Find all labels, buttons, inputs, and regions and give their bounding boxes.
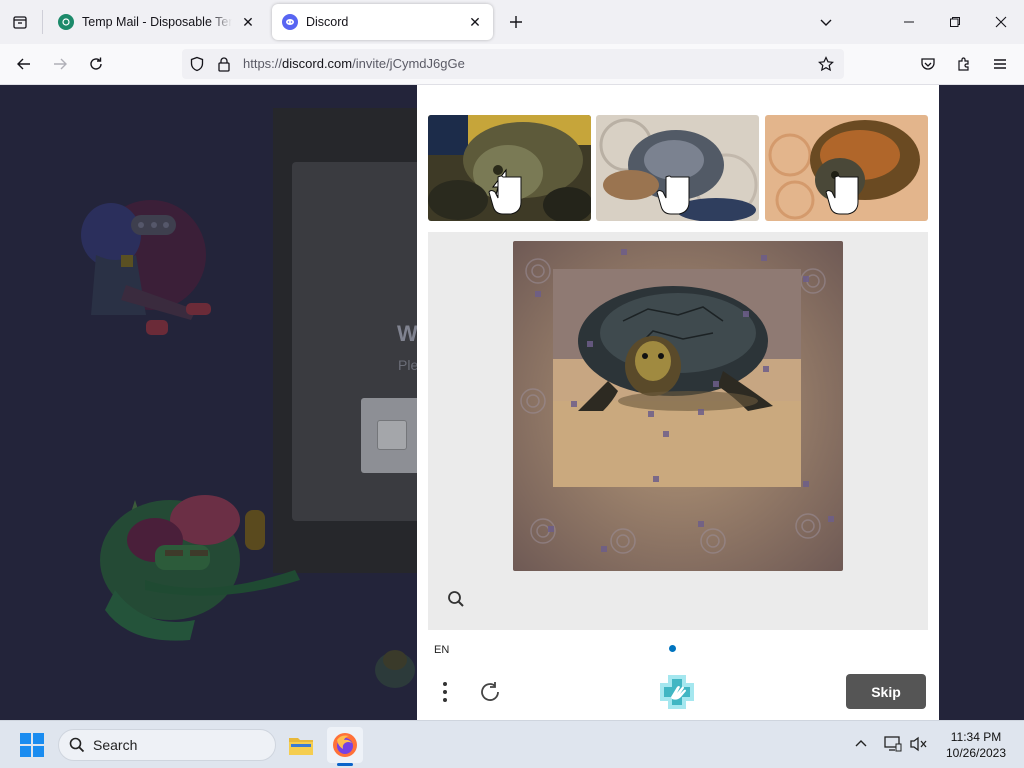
- search-icon: [69, 737, 85, 753]
- captcha-menu-button[interactable]: [435, 677, 455, 707]
- restore-icon: [950, 17, 960, 27]
- close-window-button[interactable]: [978, 0, 1024, 44]
- firefox-taskbar-button[interactable]: [327, 727, 363, 763]
- taskbar-search-label: Search: [93, 737, 138, 753]
- tab-title: Temp Mail - Disposable Temporary Email: [82, 15, 232, 29]
- language-selector[interactable]: EN: [434, 644, 449, 656]
- navigation-toolbar: https://discord.com/invite/jCymdJ6gGe: [0, 44, 1024, 85]
- discord-subtext: Ple: [398, 357, 419, 373]
- firefox-icon: [333, 733, 357, 757]
- tab-title: Discord: [306, 15, 349, 29]
- windows-start-icon[interactable]: [20, 733, 44, 757]
- clock-time: 11:34 PM: [950, 730, 1002, 744]
- close-icon[interactable]: ✕: [467, 14, 483, 30]
- url-path: /invite/jCymdJ6gGe: [352, 56, 465, 71]
- hamburger-menu-icon: [994, 59, 1006, 69]
- zoom-button[interactable]: [445, 588, 467, 610]
- progress-dot: [669, 645, 676, 652]
- refresh-challenge-button[interactable]: [475, 677, 505, 707]
- show-hidden-icons-button[interactable]: [850, 733, 872, 755]
- pocket-icon: [921, 58, 935, 70]
- prompt-example-image-3: [765, 115, 928, 221]
- discord-favicon-icon: [282, 14, 298, 30]
- tab-discord[interactable]: Discord ✕: [272, 4, 493, 40]
- captcha-checkbox[interactable]: [377, 420, 407, 450]
- network-status-button[interactable]: [882, 733, 904, 755]
- prompt-example-image-2: [596, 115, 759, 221]
- tab-temp-mail[interactable]: Temp Mail - Disposable Temporary Email ✕: [48, 4, 266, 40]
- tempmail-favicon-icon: [58, 14, 74, 30]
- extensions-button[interactable]: [950, 50, 978, 78]
- close-icon[interactable]: ✕: [240, 14, 256, 30]
- discord-creature-illustration: [100, 495, 300, 641]
- url-prefix: https://: [243, 56, 283, 71]
- prompt-example-image-1: [428, 115, 591, 221]
- minimize-icon: [904, 21, 914, 23]
- speaker-muted-icon: [910, 736, 927, 752]
- tab-list-icon: [13, 16, 27, 29]
- minimize-button[interactable]: [886, 0, 932, 44]
- shield-icon[interactable]: [189, 56, 205, 72]
- discord-heading: W: [397, 321, 418, 346]
- chevron-down-icon: [820, 19, 832, 26]
- list-all-tabs-button[interactable]: [812, 8, 840, 36]
- restore-button[interactable]: [932, 0, 978, 44]
- chevron-up-icon: [855, 740, 867, 747]
- taskbar-search[interactable]: Search: [58, 729, 276, 761]
- app-menu-button[interactable]: [986, 50, 1014, 78]
- hcaptcha-logo-icon[interactable]: [660, 675, 694, 709]
- tab-separator: [42, 10, 43, 34]
- volume-button[interactable]: [908, 733, 930, 755]
- back-button[interactable]: [10, 50, 38, 78]
- clock-date: 10/26/2023: [945, 746, 1007, 760]
- close-icon: [995, 16, 1007, 28]
- magnifier-icon: [448, 591, 464, 607]
- forward-button[interactable]: [46, 50, 74, 78]
- reload-button[interactable]: [82, 50, 110, 78]
- puzzle-icon: [958, 57, 969, 71]
- tab-bar: Temp Mail - Disposable Temporary Email ✕…: [0, 0, 1024, 44]
- url-text[interactable]: https://discord.com/invite/jCymdJ6gGe: [243, 56, 465, 71]
- folder-icon: [289, 738, 313, 755]
- refresh-icon: [481, 682, 499, 701]
- new-tab-button[interactable]: [502, 8, 530, 36]
- challenge-area: [428, 232, 928, 630]
- arrow-left-icon: [17, 58, 30, 70]
- lock-icon[interactable]: [217, 56, 231, 72]
- active-app-indicator: [337, 763, 353, 766]
- challenge-image[interactable]: [513, 241, 843, 571]
- file-explorer-button[interactable]: [283, 727, 319, 763]
- vertical-dots-icon: [443, 682, 447, 702]
- hcaptcha-challenge: EN Skip: [417, 85, 939, 720]
- plus-icon: [510, 16, 522, 28]
- system-clock[interactable]: 11:34 PM 10/26/2023: [936, 729, 1016, 761]
- discord-small-illustration: [375, 650, 415, 688]
- url-bar[interactable]: https://discord.com/invite/jCymdJ6gGe: [182, 49, 844, 79]
- arrow-right-icon: [54, 58, 67, 70]
- windows-taskbar: Search 11:34 PM 10/26/2023: [0, 720, 1024, 768]
- reload-icon: [90, 57, 102, 70]
- monitor-icon: [884, 736, 902, 752]
- tab-list-button[interactable]: [6, 8, 34, 36]
- url-host: discord.com: [282, 56, 353, 71]
- star-icon[interactable]: [818, 56, 834, 72]
- discord-character-illustration: [81, 200, 211, 335]
- skip-button[interactable]: Skip: [846, 674, 926, 709]
- pocket-button[interactable]: [914, 50, 942, 78]
